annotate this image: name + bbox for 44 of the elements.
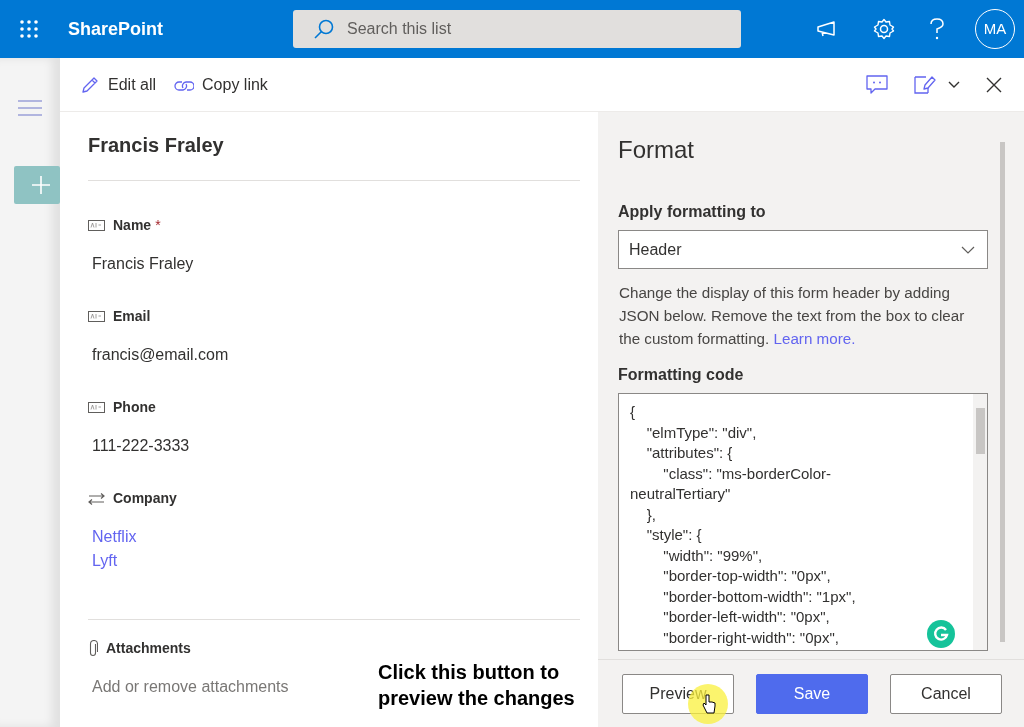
- field-value: Francis Fraley: [92, 254, 195, 274]
- text-field-icon: [88, 402, 105, 413]
- plus-icon: [32, 176, 50, 194]
- learn-more-link[interactable]: Learn more.: [773, 330, 856, 347]
- field-label: Name: [113, 216, 152, 235]
- field-label: Email: [113, 307, 151, 326]
- chevron-down-icon[interactable]: [948, 80, 960, 89]
- record-title: Francis Fraley: [88, 112, 580, 181]
- add-attachments-link[interactable]: Add or remove attachments: [92, 675, 289, 699]
- action-button[interactable]: Save: [756, 673, 868, 714]
- field-label: Company: [113, 489, 177, 508]
- help-icon[interactable]: [929, 18, 945, 40]
- code-editor[interactable]: { "elmType": "div", "attributes": { "class": "ms-borderColor- neutralTertiary" }, "style": { "width": "99%", "border-top-width": "0px", "border-bottom-width": "1px", "border-left-width": "0px", "border-right-width": "0px",: [618, 393, 989, 651]
- field-label: Attachments: [106, 639, 191, 658]
- paperclip-icon: [88, 640, 98, 657]
- required-asterisk: *: [155, 216, 161, 235]
- comment-icon[interactable]: [866, 74, 888, 95]
- app-name[interactable]: SharePoint: [68, 15, 164, 43]
- field-label: Phone: [113, 398, 156, 417]
- text-field-icon: [88, 220, 105, 231]
- field-value: francis@email.com: [92, 345, 230, 365]
- swap-arrows-icon: [88, 492, 105, 505]
- text-field-icon: [88, 311, 105, 322]
- pane-title: Format: [618, 135, 695, 165]
- chevron-down-icon: [961, 245, 976, 254]
- field-label: Formatting code: [618, 365, 745, 385]
- apply-to-dropdown[interactable]: Header: [618, 230, 989, 269]
- search-icon: [313, 18, 336, 40]
- app-launcher-icon[interactable]: [19, 19, 39, 39]
- close-icon[interactable]: [986, 76, 1002, 93]
- annotation-text: Click this button to preview the changes: [378, 660, 576, 711]
- field-value: 111-222-3333: [92, 436, 191, 456]
- edit-all-button[interactable]: Edit all: [74, 71, 163, 98]
- pane-scrollbar[interactable]: [1000, 142, 1005, 642]
- action-button[interactable]: Cancel: [890, 673, 1002, 714]
- settings-icon[interactable]: [873, 18, 895, 40]
- description-text: Change the display of this form header by adding JSON below. Remove the text from the box to clear the custom formatting. Learn more.: [619, 283, 966, 349]
- company-link[interactable]: Netflix: [92, 525, 137, 549]
- search-field[interactable]: Search this list: [293, 10, 742, 48]
- field-label: Apply formatting to: [618, 202, 767, 222]
- form-edit-icon[interactable]: [914, 74, 936, 95]
- copy-link-button[interactable]: Copy link: [168, 71, 274, 98]
- company-link[interactable]: Lyft: [92, 549, 118, 573]
- code-scrollbar[interactable]: [973, 394, 988, 650]
